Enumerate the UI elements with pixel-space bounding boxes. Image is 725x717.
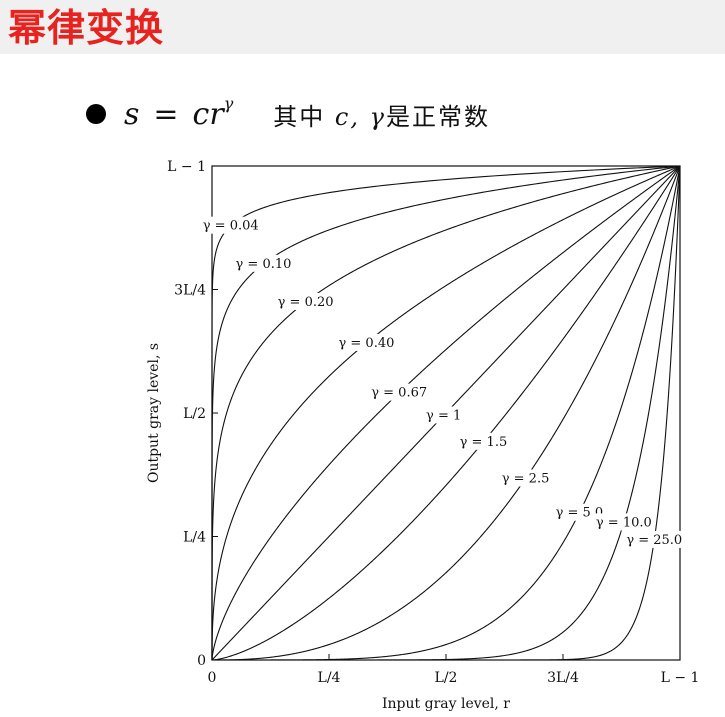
y-tick-label: L − 1 [167, 159, 206, 175]
y-tick-label: 3L/4 [174, 283, 206, 299]
curve-label: γ = 2.5 [502, 471, 550, 486]
y-tick-label: L/2 [183, 406, 206, 422]
x-axis-title: Input gray level, r [382, 696, 510, 712]
x-tick-label: L − 1 [661, 670, 700, 686]
curve-label: γ = 0.20 [278, 295, 334, 310]
y-tick-label: L/4 [183, 530, 206, 546]
x-tick-label: 0 [208, 670, 217, 686]
curve-label: γ = 25.0 [626, 533, 682, 548]
gamma-curves-chart: 0 L/4 L/2 3L/4 L − 1 0 L/4 L/2 3L/4 L − 1 Input gr… [146, 159, 700, 712]
curve-label: γ = 1.5 [460, 435, 508, 450]
curve-label: γ = 0.10 [236, 257, 292, 272]
y-tick-label: 0 [197, 653, 206, 669]
x-tick-label: L/2 [435, 670, 458, 686]
curve-label: γ = 0.67 [371, 386, 427, 401]
y-axis-title: Output gray level, s [146, 343, 162, 483]
curve-label: γ = 0.40 [339, 336, 395, 351]
curve-label: γ = 0.04 [203, 219, 259, 234]
curve-label: γ = 10.0 [596, 515, 652, 530]
x-tick-label: L/4 [318, 670, 341, 686]
x-tick-label: 3L/4 [547, 670, 579, 686]
curve-label: γ = 1 [426, 408, 461, 423]
